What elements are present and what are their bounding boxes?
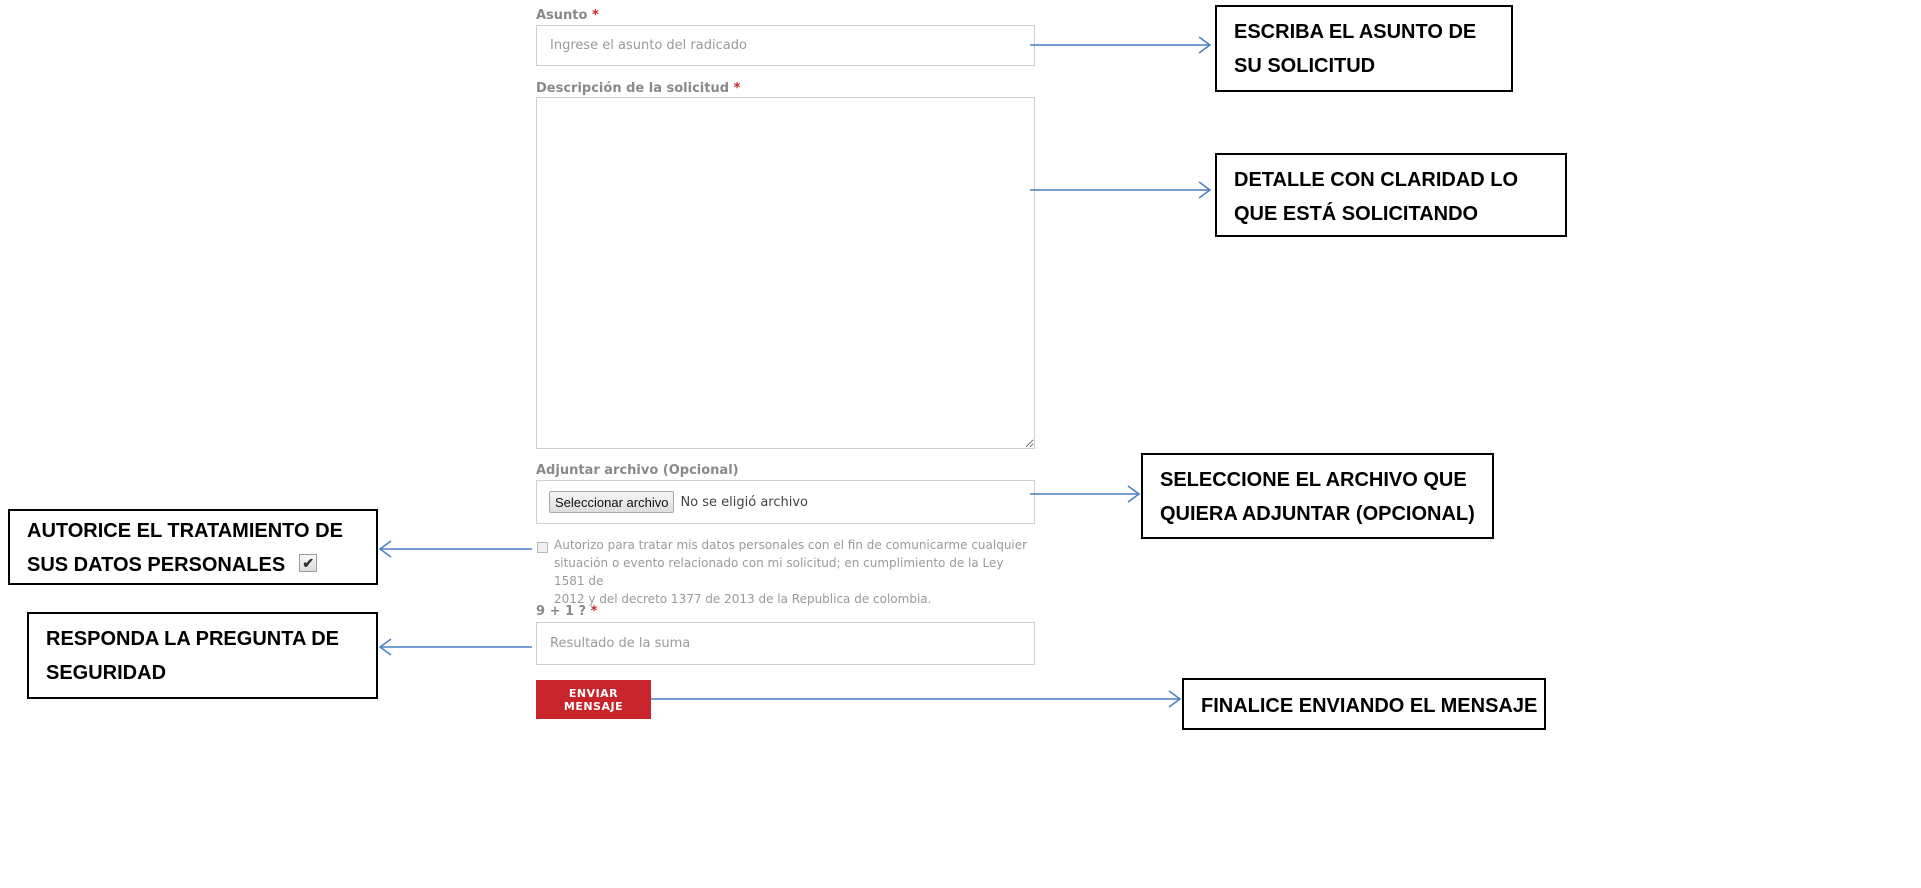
attachment-label: Adjuntar archivo (Opcional) — [536, 463, 739, 478]
consent-line: situación o evento relacionado con mi so… — [554, 556, 1004, 588]
send-message-button[interactable]: ENVIAR MENSAJE — [536, 680, 651, 719]
required-mark: * — [590, 604, 598, 619]
choose-file-button[interactable]: Seleccionar archivo — [549, 491, 675, 513]
arrow-subject — [1030, 36, 1212, 54]
callout-line: ESCRIBA EL ASUNTO DE — [1234, 21, 1477, 43]
file-status: No se eligió archivo — [680, 494, 809, 510]
callout-description: DETALLE CON CLARIDAD LO QUE ESTÁ SOLICIT… — [1215, 153, 1567, 237]
callout-captcha: RESPONDA LA PREGUNTA DE SEGURIDAD — [27, 612, 378, 699]
callout-consent: AUTORICE EL TRATAMIENTO DE SUS DATOS PER… — [8, 509, 378, 585]
required-mark: * — [592, 8, 599, 23]
arrow-consent — [378, 540, 532, 558]
callout-subject: ESCRIBA EL ASUNTO DE SU SOLICITUD — [1215, 5, 1513, 92]
arrow-submit — [651, 690, 1182, 708]
callout-attachment: SELECCIONE EL ARCHIVO QUE QUIERA ADJUNTA… — [1141, 453, 1494, 539]
consent-checkbox[interactable] — [537, 542, 548, 553]
arrow-attachment — [1030, 485, 1141, 503]
description-label-text: Descripción de la solicitud — [536, 81, 730, 96]
consent-line: Autorizo para tratar mis datos personale… — [554, 538, 1028, 552]
subject-label: Asunto * — [536, 8, 599, 23]
consent-line: 2012 y del decreto 1377 de 2013 de la Re… — [554, 592, 932, 606]
callout-line-text: SUS DATOS PERSONALES — [27, 554, 286, 576]
subject-input[interactable] — [536, 25, 1035, 66]
callout-line: RESPONDA LA PREGUNTA DE — [46, 628, 339, 650]
callout-line: SU SOLICITUD — [1234, 55, 1376, 77]
callout-line: SUS DATOS PERSONALES ✔ — [27, 548, 376, 582]
arrow-description — [1030, 181, 1212, 199]
callout-line: SEGURIDAD — [46, 662, 167, 684]
callout-line: AUTORICE EL TRATAMIENTO DE — [27, 520, 343, 542]
callout-line: SELECCIONE EL ARCHIVO QUE — [1160, 469, 1467, 491]
arrow-captcha — [378, 638, 532, 656]
required-mark: * — [733, 81, 741, 96]
description-textarea[interactable] — [536, 97, 1035, 449]
callout-line: QUIERA ADJUNTAR (OPCIONAL) — [1160, 503, 1475, 525]
file-upload-field[interactable]: Seleccionar archivo No se eligió archivo — [536, 480, 1035, 524]
description-label: Descripción de la solicitud * — [536, 81, 740, 96]
captcha-label: 9 + 1 ? * — [536, 604, 597, 619]
callout-line: DETALLE CON CLARIDAD LO — [1234, 169, 1519, 191]
callout-line: FINALICE ENVIANDO EL MENSAJE — [1201, 695, 1538, 717]
callout-line: QUE ESTÁ SOLICITANDO — [1234, 203, 1479, 225]
captcha-question: 9 + 1 ? — [536, 604, 587, 619]
checkmark-icon: ✔ — [299, 553, 318, 572]
captcha-input[interactable] — [536, 622, 1035, 665]
callout-submit: FINALICE ENVIANDO EL MENSAJE — [1182, 678, 1546, 730]
consent-text: Autorizo para tratar mis datos personale… — [554, 536, 1034, 608]
subject-label-text: Asunto — [536, 8, 588, 23]
